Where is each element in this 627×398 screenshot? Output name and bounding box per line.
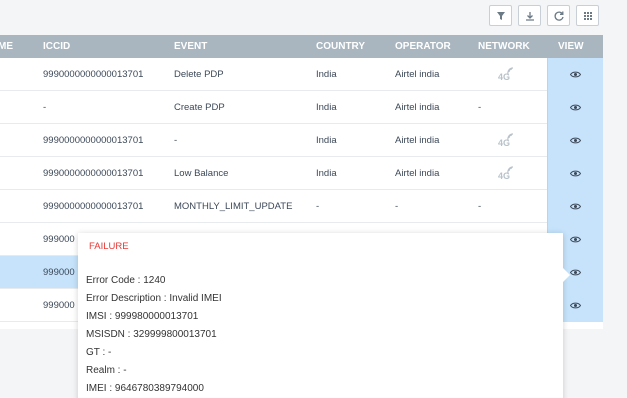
detail-msisdn: MSISDN : 329999800013701 xyxy=(86,329,217,340)
columns-grid-button[interactable] xyxy=(576,5,599,26)
cell-iccid: 9990000000000013701 xyxy=(43,69,144,80)
cell-iccid: 9990000000000013701 xyxy=(43,201,144,212)
filter-button[interactable] xyxy=(489,5,512,26)
cell-event: Create PDP xyxy=(174,102,225,113)
cell-network: - xyxy=(478,102,482,113)
popover-title: FAILURE xyxy=(89,241,129,252)
view-button[interactable] xyxy=(547,58,603,91)
eye-icon xyxy=(570,269,581,276)
cell-event: - xyxy=(174,135,178,146)
detail-imei: IMEI : 9646780389794000 xyxy=(86,383,204,394)
detail-error-description: Error Description : Invalid IMEI xyxy=(86,293,222,304)
cell-country: India xyxy=(316,135,337,146)
grid-icon xyxy=(583,11,592,20)
detail-error-code: Error Code : 1240 xyxy=(86,275,166,286)
cell-iccid: - xyxy=(43,102,47,113)
cell-network: - xyxy=(478,201,482,212)
cell-country: India xyxy=(316,168,337,179)
detail-realm: Realm : - xyxy=(86,365,127,376)
cell-iccid: 999000 xyxy=(43,300,75,311)
table-row[interactable]: - Create PDP India Airtel india - xyxy=(0,91,603,124)
eye-icon xyxy=(570,203,581,210)
table-header: ME ICCID EVENT COUNTRY OPERATOR NETWORK … xyxy=(0,35,603,58)
eye-icon xyxy=(570,236,581,243)
cell-event: Low Balance xyxy=(174,168,229,179)
table-row[interactable]: 9990000000000013701 Delete PDP India Airtel… xyxy=(0,58,603,91)
network-4g-icon: 4G xyxy=(498,166,514,181)
eye-icon xyxy=(570,71,581,78)
column-header-me[interactable]: ME xyxy=(0,35,13,58)
eye-icon xyxy=(570,104,581,111)
column-header-operator[interactable]: OPERATOR xyxy=(395,35,451,58)
table-row[interactable]: 9990000000000013701 - India Airtel india 4G xyxy=(0,124,603,157)
cell-country: India xyxy=(316,102,337,113)
network-4g-icon: 4G xyxy=(498,133,514,148)
view-button[interactable] xyxy=(547,190,603,223)
cell-iccid: 999000 xyxy=(43,234,75,245)
view-button[interactable] xyxy=(547,124,603,157)
cell-operator: Airtel india xyxy=(395,69,440,80)
column-header-iccid[interactable]: ICCID xyxy=(43,35,70,58)
cell-iccid: 999000 xyxy=(43,267,75,278)
column-header-view[interactable]: VIEW xyxy=(558,35,584,58)
download-icon xyxy=(525,11,534,21)
detail-imsi: IMSI : 999980000013701 xyxy=(86,311,199,322)
network-4g-icon: 4G xyxy=(498,67,514,82)
view-button[interactable] xyxy=(547,157,603,190)
failure-details-popover: FAILURE Error Code : 1240 Error Descript… xyxy=(78,233,570,398)
cell-event: Delete PDP xyxy=(174,69,224,80)
refresh-icon xyxy=(554,11,564,21)
eye-icon xyxy=(570,302,581,309)
view-button[interactable] xyxy=(547,91,603,124)
table-row[interactable]: 9990000000000013701 MONTHLY_LIMIT_UPDATE -… xyxy=(0,190,603,223)
cell-event: MONTHLY_LIMIT_UPDATE xyxy=(174,201,293,212)
cell-operator: Airtel india xyxy=(395,168,440,179)
cell-country: India xyxy=(316,69,337,80)
cell-iccid: 9990000000000013701 xyxy=(43,168,144,179)
download-button[interactable] xyxy=(518,5,541,26)
eye-icon xyxy=(570,137,581,144)
table-toolbar xyxy=(489,5,599,26)
table-row[interactable]: 9990000000000013701 Low Balance India Airte… xyxy=(0,157,603,190)
cell-operator: Airtel india xyxy=(395,135,440,146)
cell-country: - xyxy=(316,201,320,212)
popover-arrow xyxy=(563,268,570,282)
filter-icon xyxy=(496,11,505,20)
column-header-country[interactable]: COUNTRY xyxy=(316,35,365,58)
detail-gt: GT : - xyxy=(86,347,112,358)
cell-iccid: 9990000000000013701 xyxy=(43,135,144,146)
cell-operator: - xyxy=(395,201,399,212)
popover-details: Error Code : 1240 Error Description : In… xyxy=(86,272,555,398)
column-header-network[interactable]: NETWORK xyxy=(478,35,530,58)
column-header-event[interactable]: EVENT xyxy=(174,35,207,58)
cell-operator: Airtel india xyxy=(395,102,440,113)
refresh-button[interactable] xyxy=(547,5,570,26)
eye-icon xyxy=(570,170,581,177)
